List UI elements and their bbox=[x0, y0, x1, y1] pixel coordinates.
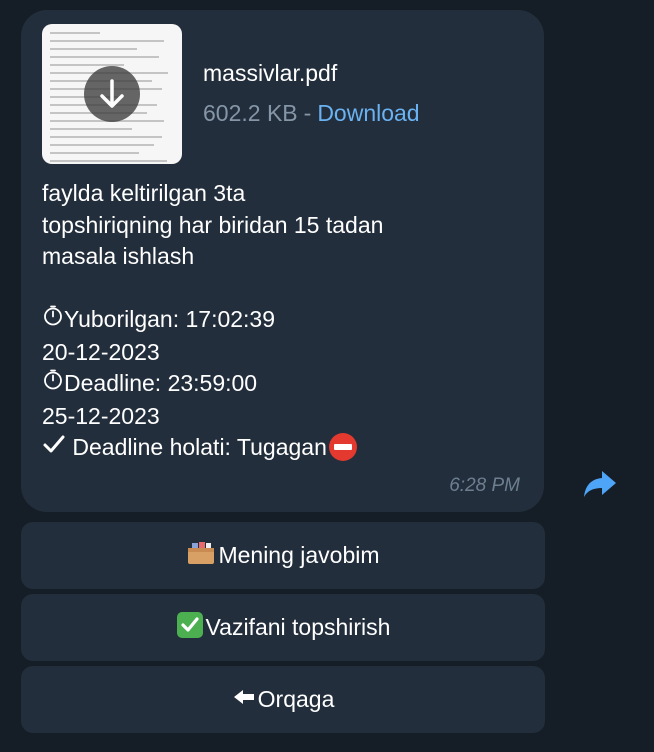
file-size: 602.2 KB bbox=[203, 100, 298, 126]
text-line: topshiriqning har biridan 15 tadan bbox=[42, 211, 384, 238]
message-time: 6:28 PM bbox=[449, 475, 520, 496]
deadline-date-line: 25-12-2023 bbox=[42, 402, 160, 429]
no-entry-icon bbox=[328, 433, 357, 462]
sent-time-text: Yuborilgan: 17:02:39 bbox=[64, 306, 276, 332]
card-file-box-icon bbox=[186, 540, 216, 572]
check-mark-button-icon bbox=[176, 611, 204, 645]
check-mark-icon bbox=[42, 432, 66, 464]
download-link[interactable]: Download bbox=[317, 100, 419, 126]
back-button[interactable]: Orqaga bbox=[21, 666, 545, 733]
message-bubble[interactable]: massivlar.pdf 602.2 KB - Download faylda k… bbox=[21, 10, 544, 512]
my-answer-label: Mening javobim bbox=[218, 542, 380, 568]
chat-view: massivlar.pdf 602.2 KB - Download faylda k… bbox=[0, 0, 654, 752]
deadline-status-text: Deadline holati: Tugagan bbox=[72, 434, 327, 461]
download-icon[interactable] bbox=[84, 66, 140, 122]
stopwatch-icon bbox=[42, 367, 64, 399]
meta-separator: - bbox=[303, 100, 312, 126]
deadline-time-line: Deadline: 23:59:00 bbox=[42, 368, 522, 401]
message-text: faylda keltirilgan 3ta topshiriqning har… bbox=[42, 178, 522, 465]
submit-task-label: Vazifani topshirish bbox=[205, 614, 391, 640]
deadline-time-text: Deadline: 23:59:00 bbox=[64, 370, 258, 397]
file-thumbnail[interactable] bbox=[42, 24, 182, 164]
back-label: Orqaga bbox=[257, 686, 335, 712]
sent-date-line: 20-12-2023 bbox=[42, 338, 160, 365]
left-arrow-icon bbox=[232, 686, 256, 713]
deadline-status-line: Deadline holati: Tugagan bbox=[42, 432, 522, 465]
file-meta: 602.2 KB - Download bbox=[203, 100, 420, 127]
my-answer-button[interactable]: Mening javobim bbox=[21, 522, 545, 589]
stopwatch-icon bbox=[42, 303, 64, 335]
file-name[interactable]: massivlar.pdf bbox=[203, 60, 337, 87]
text-line: masala ishlash bbox=[42, 243, 195, 269]
forward-icon[interactable] bbox=[582, 469, 618, 499]
sent-time-line: Yuborilgan: 17:02:39 bbox=[42, 304, 522, 337]
submit-task-button[interactable]: Vazifani topshirish bbox=[21, 594, 545, 661]
text-line: faylda keltirilgan 3ta bbox=[42, 180, 246, 206]
